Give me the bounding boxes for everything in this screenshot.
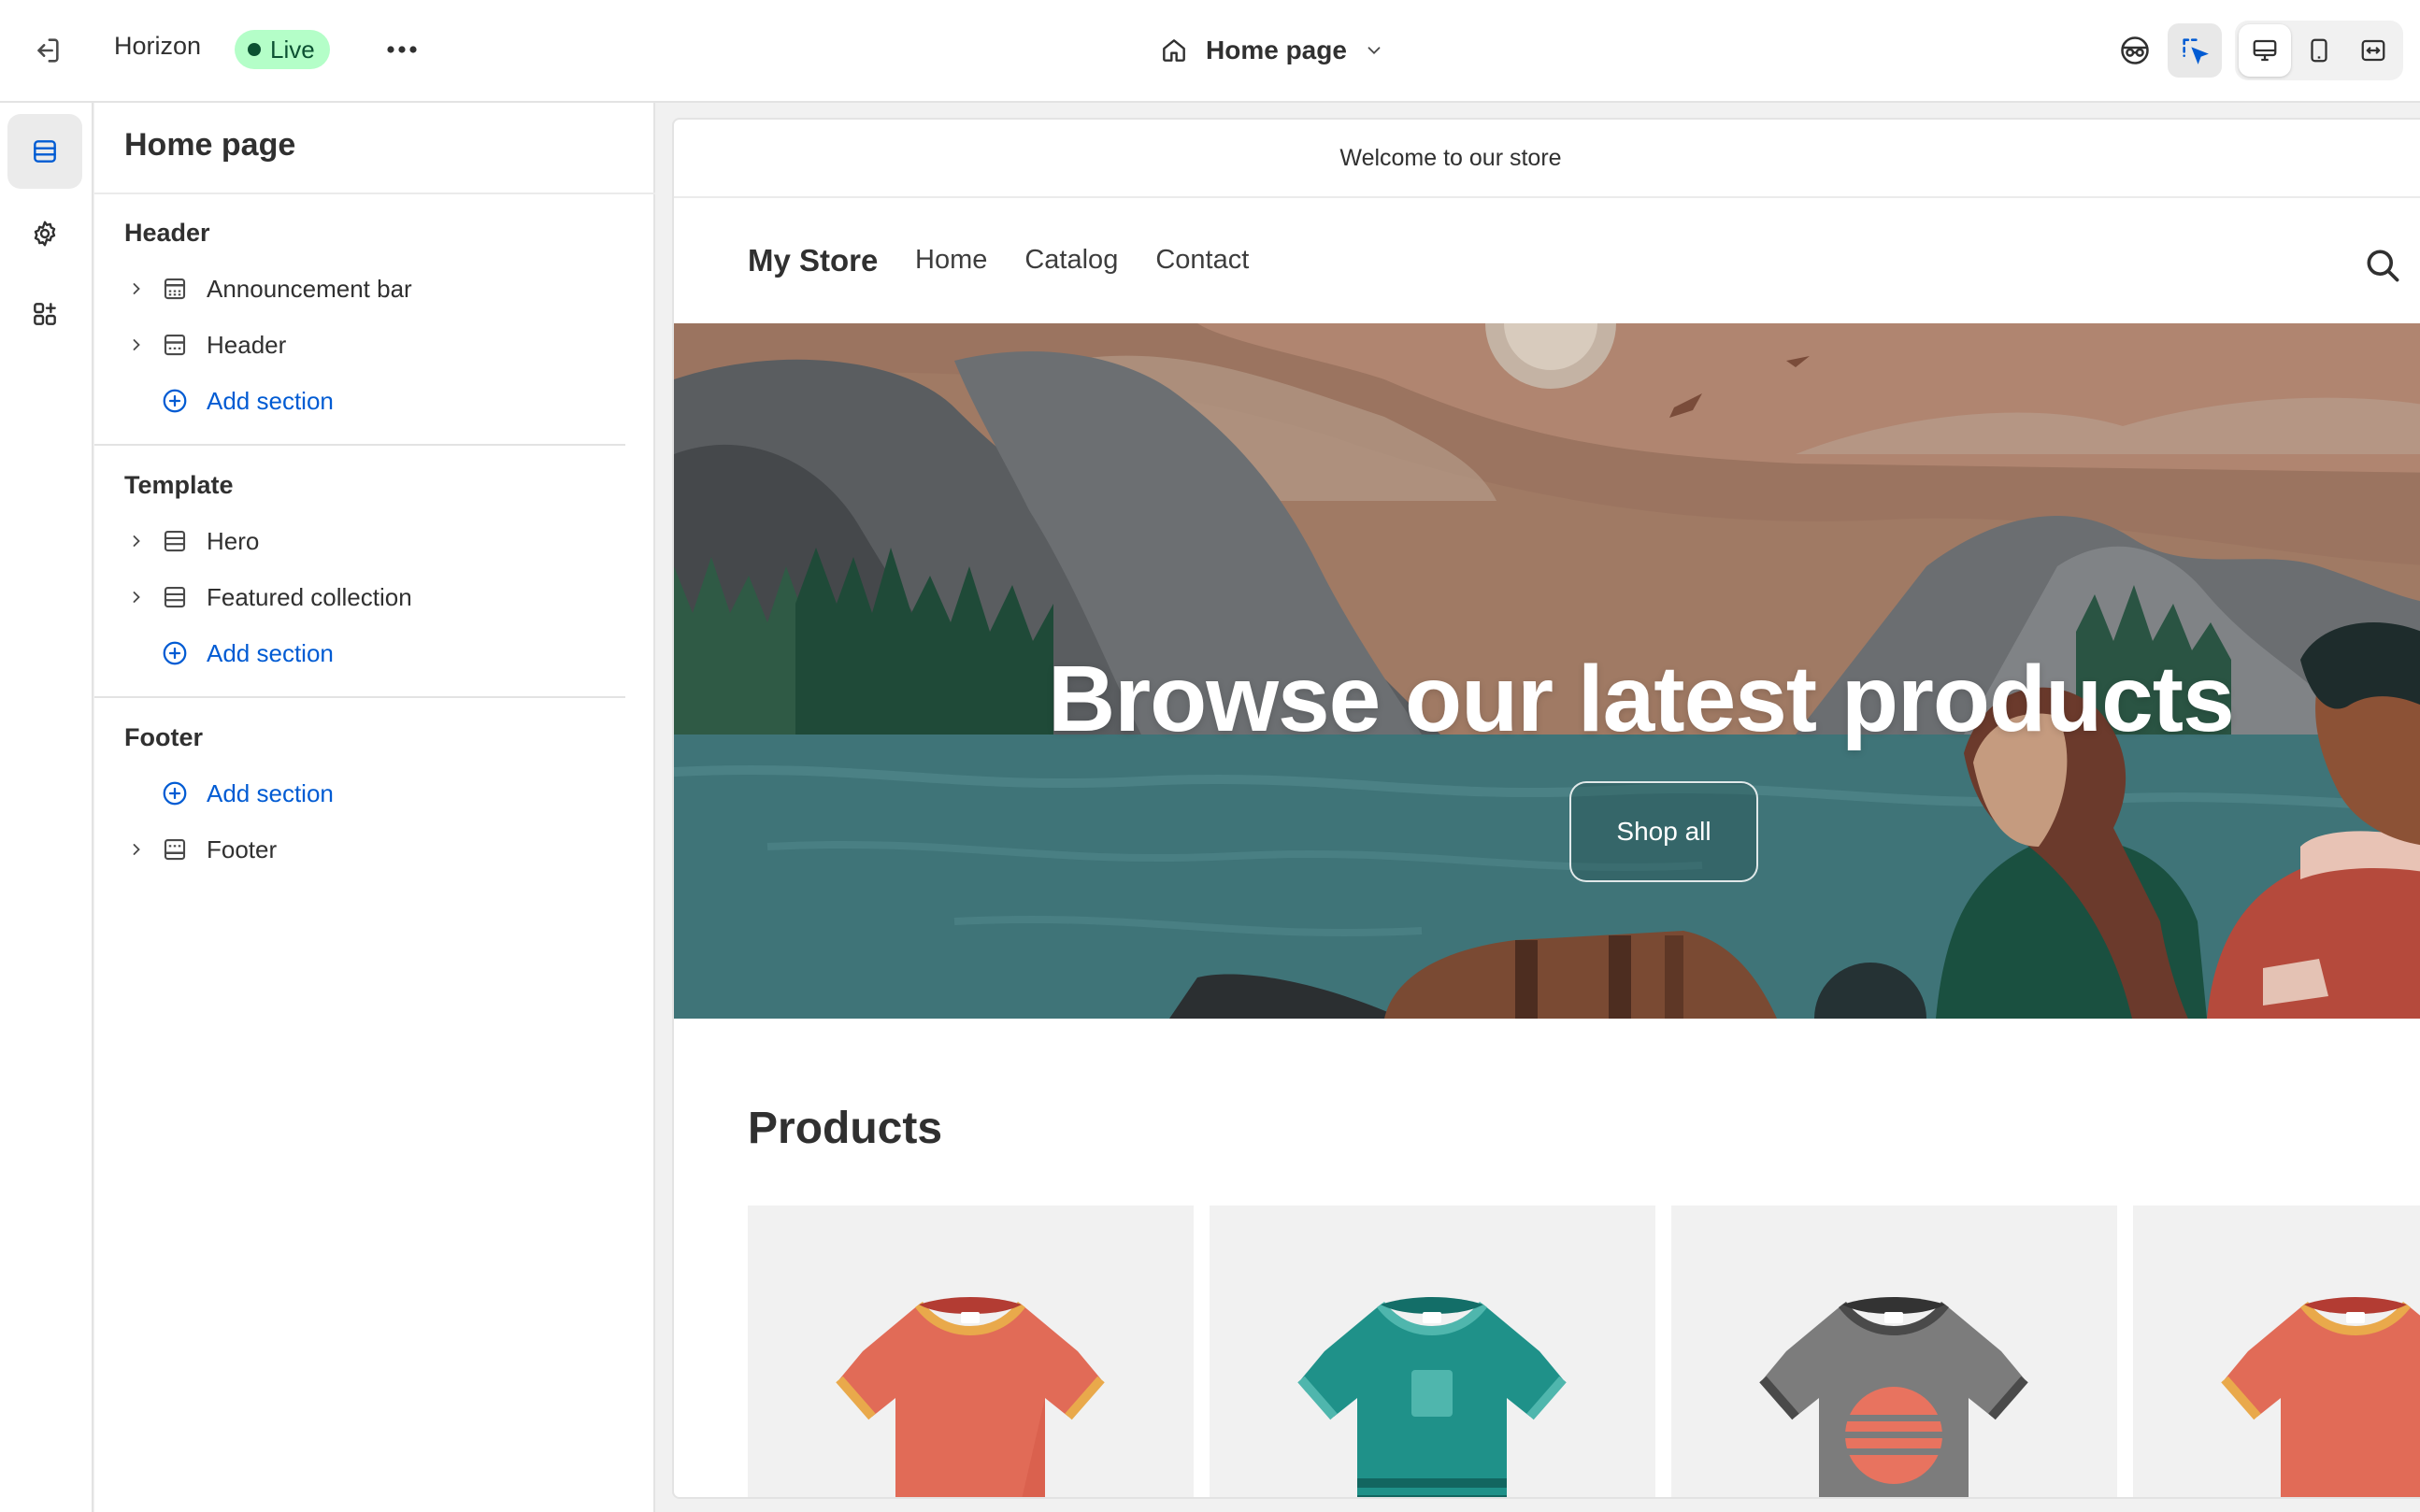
nav-link-contact[interactable]: Contact [1155, 245, 1249, 276]
add-circle-icon [156, 387, 193, 415]
select-mode-button[interactable] [2168, 23, 2222, 78]
product-card[interactable] [1210, 1205, 1655, 1497]
section-layout-icon [156, 321, 193, 369]
group-label-template: Template [124, 471, 234, 499]
section-label: Header [207, 330, 287, 359]
store-logo[interactable]: My Store [748, 243, 878, 278]
chevron-right-icon[interactable] [117, 825, 156, 874]
sections-sidebar: Home page Header Announcement bar Header… [94, 103, 655, 1512]
add-circle-icon [156, 779, 193, 807]
hero-banner[interactable]: Browse our latest products Shop all [674, 323, 2420, 1019]
exit-button[interactable] [21, 24, 73, 77]
product-card[interactable] [748, 1205, 1194, 1497]
section-layout-icon [156, 264, 193, 313]
mobile-icon [2311, 38, 2327, 63]
inspector-icon [2121, 36, 2149, 64]
top-bar: Horizon Live Home page [0, 0, 2420, 103]
sidebar-title: Home page [124, 127, 296, 163]
nav-link-home[interactable]: Home [915, 245, 987, 276]
section-layout-icon [156, 825, 193, 874]
select-cursor-icon [2183, 38, 2209, 64]
section-header[interactable]: Header [117, 321, 640, 369]
device-toggle-group [2235, 21, 2403, 80]
more-horizontal-icon [387, 46, 417, 53]
tshirt-image [1759, 1297, 2028, 1497]
live-status-badge: Live [235, 30, 330, 69]
toolbar-right [2108, 21, 2403, 80]
apps-icon [34, 303, 56, 325]
full-width-button[interactable] [2347, 24, 2399, 77]
tshirt-image [1297, 1297, 1567, 1497]
full-width-icon [2361, 39, 2385, 62]
add-section-header[interactable]: Add section [117, 377, 640, 425]
section-label: Footer [207, 834, 278, 863]
sections-icon [34, 140, 56, 163]
add-section-template[interactable]: Add section [117, 629, 640, 678]
more-actions-button[interactable] [376, 26, 428, 73]
section-layout-icon [156, 573, 193, 621]
section-label: Announcement bar [207, 274, 412, 303]
product-card[interactable] [2133, 1205, 2420, 1497]
editor-rail [0, 103, 93, 1512]
product-card[interactable] [1671, 1205, 2117, 1497]
hero-heading: Browse our latest products [1048, 647, 2235, 751]
add-section-label: Add section [207, 638, 334, 667]
gear-icon [34, 221, 56, 247]
chevron-down-icon [1368, 47, 1381, 55]
divider [94, 444, 625, 446]
product-grid [748, 1205, 2420, 1497]
inspector-button[interactable] [2108, 23, 2162, 78]
section-label: Hero [207, 526, 260, 555]
rail-apps-button[interactable] [7, 277, 82, 351]
divider [94, 193, 655, 194]
add-section-footer[interactable]: Add section [117, 769, 640, 818]
mobile-view-button[interactable] [2293, 24, 2345, 77]
announcement-text: Welcome to our store [1339, 144, 1562, 171]
group-label-footer: Footer [124, 723, 203, 751]
rail-sections-button[interactable] [7, 114, 82, 189]
chevron-right-icon[interactable] [117, 517, 156, 565]
group-label-header: Header [124, 219, 210, 247]
page-selector[interactable]: Home page [1150, 24, 1394, 77]
products-heading: Products [748, 1104, 943, 1153]
section-hero[interactable]: Hero [117, 517, 640, 565]
exit-icon [37, 38, 59, 63]
theme-editor: Horizon Live Home page Home page Header … [0, 0, 2420, 1512]
rail-settings-button[interactable] [7, 196, 82, 271]
nav-link-catalog[interactable]: Catalog [1024, 245, 1118, 276]
store-header[interactable]: My Store Home Catalog Contact [674, 200, 2420, 323]
chevron-right-icon[interactable] [117, 321, 156, 369]
tshirt-image [836, 1297, 1105, 1497]
page-selector-label: Home page [1206, 36, 1347, 64]
section-featured-collection[interactable]: Featured collection [117, 573, 640, 621]
search-icon[interactable] [2362, 245, 2403, 286]
home-icon [1163, 39, 1185, 62]
tshirt-image [2221, 1297, 2420, 1497]
divider [94, 696, 625, 698]
section-layout-icon [156, 517, 193, 565]
status-badge-label: Live [270, 35, 315, 64]
section-footer[interactable]: Footer [117, 825, 640, 874]
chevron-right-icon[interactable] [117, 264, 156, 313]
status-dot [248, 43, 261, 56]
desktop-icon [2253, 39, 2277, 62]
theme-name: Horizon [114, 32, 202, 60]
add-section-label: Add section [207, 386, 334, 415]
section-label: Featured collection [207, 582, 412, 611]
section-announcement-bar[interactable]: Announcement bar [117, 264, 640, 313]
add-circle-icon [156, 639, 193, 667]
chevron-right-icon[interactable] [117, 573, 156, 621]
announcement-bar[interactable]: Welcome to our store [674, 120, 2420, 198]
add-section-label: Add section [207, 778, 334, 807]
shop-all-button[interactable]: Shop all [1569, 781, 1758, 882]
desktop-view-button[interactable] [2239, 24, 2291, 77]
store-nav: Home Catalog Contact [915, 245, 1249, 276]
storefront-preview[interactable]: Welcome to our store My Store Home Catal… [672, 118, 2420, 1499]
